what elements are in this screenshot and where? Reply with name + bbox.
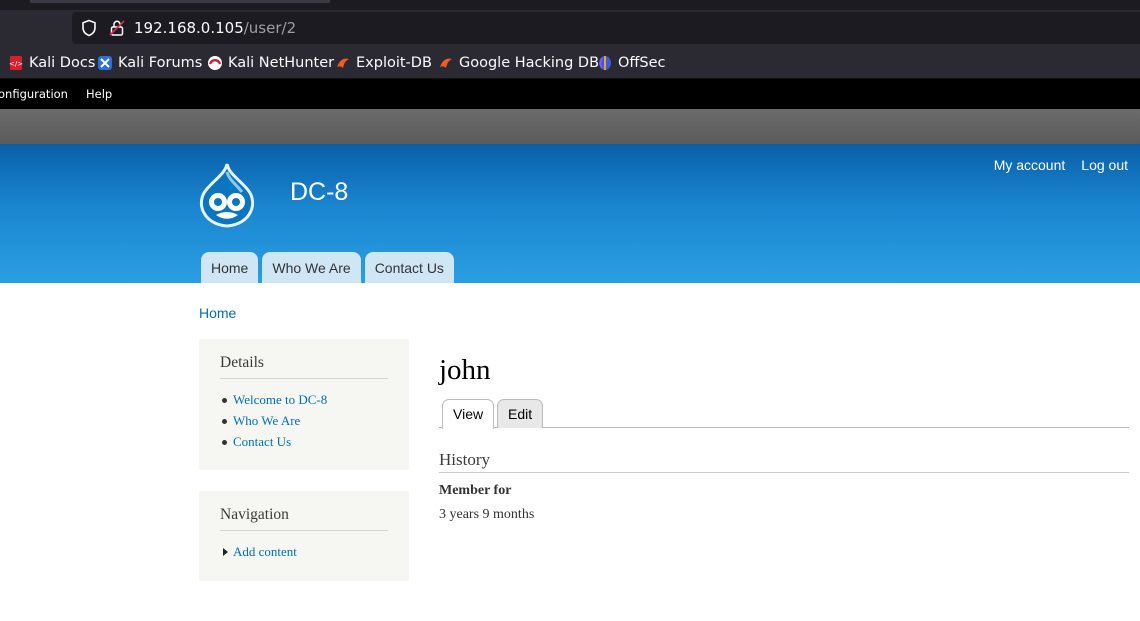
breadcrumb-home[interactable]: Home — [199, 305, 236, 321]
tab-edit[interactable]: Edit — [497, 399, 544, 428]
admin-menu-help[interactable]: Help — [86, 87, 112, 101]
shield-icon[interactable] — [80, 19, 98, 37]
add-content-link[interactable]: Add content — [233, 544, 297, 559]
details-block-title: Details — [220, 354, 388, 379]
local-tasks-tabs: View Edit — [439, 399, 1129, 429]
bookmarks-toolbar: </> Kali Docs Kali Forums Kali NetHunter… — [0, 46, 1140, 79]
main-menu-who-we-are[interactable]: Who We Are — [262, 252, 361, 283]
who-we-are-link[interactable]: Who We Are — [233, 413, 300, 428]
svg-text:</>: </> — [9, 60, 23, 68]
bookmark-kali-docs[interactable]: </> Kali Docs — [8, 53, 95, 73]
site-header: DC-8 My account Log out Home Who We Are … — [0, 144, 1140, 283]
tab-view[interactable]: View — [442, 399, 495, 429]
bookmark-label: OffSec — [618, 55, 666, 71]
kali-forums-icon — [98, 56, 112, 70]
bookmark-label: Kali Docs — [29, 55, 96, 71]
bookmark-offsec[interactable]: OffSec — [597, 53, 666, 73]
admin-toolbar: onfiguration Help — [0, 79, 1140, 109]
history-heading: History — [439, 450, 1129, 473]
navigation-link-list: Add content — [220, 541, 388, 562]
admin-menu-configuration[interactable]: onfiguration — [0, 87, 68, 101]
main-menu-contact-us[interactable]: Contact Us — [364, 252, 454, 283]
member-for-label: Member for — [439, 483, 512, 498]
bookmark-label: Kali Forums — [118, 55, 203, 71]
google-hacking-db-icon — [440, 58, 452, 68]
contact-us-link[interactable]: Contact Us — [233, 434, 291, 449]
url-bar[interactable]: 192.168.0.105/user/2 — [72, 12, 1140, 44]
browser-toolbar: 192.168.0.105/user/2 — [0, 10, 1140, 46]
bookmark-kali-forums[interactable]: Kali Forums — [97, 53, 202, 73]
bookmark-kali-nethunter[interactable]: Kali NetHunter — [207, 53, 334, 73]
bullet-icon — [222, 419, 227, 424]
kali-nethunter-icon — [208, 56, 222, 70]
bookmark-label: Exploit-DB — [356, 55, 432, 71]
admin-shortcuts-bar — [0, 109, 1140, 144]
exploit-db-icon — [337, 58, 349, 68]
url-text[interactable]: 192.168.0.105/user/2 — [134, 19, 296, 37]
bookmark-google-hacking-db[interactable]: Google Hacking DB — [438, 53, 599, 73]
browser-tab-strip — [0, 0, 1140, 10]
bookmark-label: Kali NetHunter — [228, 55, 335, 71]
member-for-value: 3 years 9 months — [439, 507, 535, 522]
details-link-list: Welcome to DC-8 Who We Are Contact Us — [220, 389, 388, 452]
insecure-lock-icon[interactable] — [108, 19, 126, 37]
list-item: Who We Are — [220, 410, 388, 431]
main-menu: Home Who We Are Contact Us — [201, 252, 454, 283]
bookmark-exploit-db[interactable]: Exploit-DB — [335, 53, 432, 73]
details-block: Details Welcome to DC-8 Who We Are Conta… — [199, 339, 409, 470]
secondary-menu: My account Log out — [994, 157, 1128, 173]
bookmark-label: Google Hacking DB — [459, 55, 600, 71]
my-account-link[interactable]: My account — [994, 157, 1066, 173]
collapsed-triangle-icon[interactable] — [223, 548, 228, 556]
navigation-block-title: Navigation — [220, 506, 388, 531]
bullet-icon — [222, 398, 227, 403]
kali-docs-icon: </> — [9, 56, 23, 70]
offsec-icon — [599, 56, 611, 70]
active-tab-indicator[interactable] — [30, 0, 330, 3]
list-item: Contact Us — [220, 431, 388, 452]
site-name[interactable]: DC-8 — [290, 178, 348, 207]
log-out-link[interactable]: Log out — [1081, 157, 1128, 173]
navigation-block: Navigation Add content — [199, 491, 409, 581]
drupal-logo-icon[interactable] — [196, 162, 258, 230]
url-host: 192.168.0.105 — [134, 19, 244, 37]
bullet-icon — [222, 440, 227, 445]
page-title: john — [439, 354, 491, 386]
main-menu-home[interactable]: Home — [201, 252, 259, 283]
list-item: Add content — [220, 541, 388, 562]
welcome-link[interactable]: Welcome to DC-8 — [233, 392, 327, 407]
url-path: /user/2 — [243, 19, 297, 37]
list-item: Welcome to DC-8 — [220, 389, 388, 410]
